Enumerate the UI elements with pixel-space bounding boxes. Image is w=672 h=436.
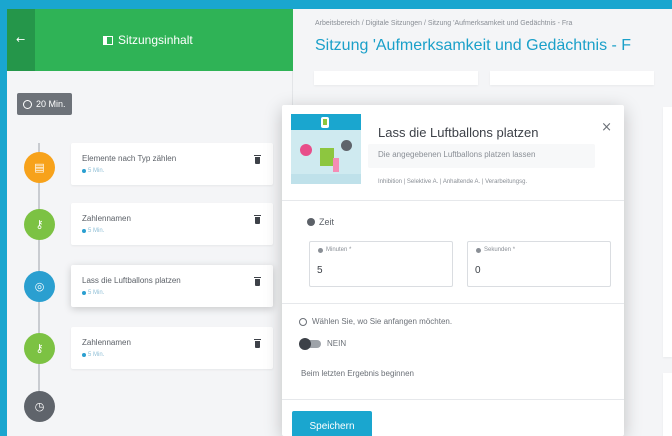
session-item-label: Elemente nach Typ zählen [82,154,177,163]
person-icon [318,247,323,253]
history-icon [299,317,307,326]
save-button[interactable]: Speichern [292,411,372,436]
toggle-label: NEIN [327,339,347,348]
activity-modal: Lass die Luftballons platzen × Die angeg… [282,105,624,436]
trash-icon[interactable] [254,155,261,164]
list-icon [103,35,113,45]
gamepad-icon: ◎ [24,271,55,302]
divider [282,200,624,201]
clock-icon [23,99,32,109]
activity-description: Die angegebenen Luftballons platzen lass… [368,144,595,168]
divider [282,303,624,304]
seconds-label: Sekunden * [476,247,515,253]
start-question: Wählen Sie, wo Sie anfangen möchten. [299,317,452,326]
key-icon: ⚷ [24,333,55,364]
session-item-duration: 5 Min. [82,168,104,174]
total-duration-text: 20 Min. [36,99,66,109]
background-card [314,71,478,85]
calendar-icon: ▤ [24,152,55,183]
minutes-field[interactable]: Minuten * 5 [309,241,453,287]
sidebar-title-text: Sitzungsinhalt [118,33,193,47]
key-icon: ⚷ [24,209,55,240]
sidebar-header: ← Sitzungsinhalt [7,9,293,71]
start-question-text: Wählen Sie, wo Sie anfangen möchten. [312,317,453,326]
trash-icon[interactable] [254,339,261,348]
background-card [490,71,654,85]
trash-icon[interactable] [254,215,261,224]
session-item-duration: 5 Min. [82,352,104,358]
total-duration-badge: 20 Min. [17,93,72,115]
seconds-field[interactable]: Sekunden * 0 [467,241,611,287]
session-item[interactable]: Zahlennamen 5 Min. [71,327,273,369]
clock-icon: ◷ [24,391,55,422]
background-card [663,107,672,357]
time-section-label: Zeit [307,217,334,227]
activity-tags: Inhibition | Selektive A. | Anhaltende A… [378,179,528,185]
app-window: ← Sitzungsinhalt 20 Min. ▤ Elemente nach… [7,9,672,436]
breadcrumb[interactable]: Arbeitsbereich / Digitale Sitzungen / Si… [315,20,572,27]
page-title: Sitzung 'Aufmerksamkeit und Gedächtnis -… [315,37,632,54]
back-button[interactable]: ← [7,9,35,71]
session-item-label: Lass die Luftballons platzen [82,276,181,285]
modal-title: Lass die Luftballons platzen [378,125,539,140]
time-label: Zeit [319,217,335,227]
session-item-label: Zahlennamen [82,214,131,223]
divider [282,399,624,400]
session-item-duration: 5 Min. [82,228,104,234]
person-icon [476,247,481,253]
close-icon[interactable]: × [601,120,612,135]
minutes-label: Minuten * [318,247,351,253]
session-sidebar: ← Sitzungsinhalt 20 Min. ▤ Elemente nach… [7,9,293,436]
session-item[interactable]: Zahlennamen 5 Min. [71,203,273,245]
session-item[interactable]: Elemente nach Typ zählen 5 Min. [71,143,273,185]
start-toggle[interactable] [299,337,321,350]
session-item-label: Zahlennamen [82,338,131,347]
sidebar-title: Sitzungsinhalt [103,33,193,47]
trash-icon[interactable] [254,277,261,286]
start-note: Beim letzten Ergebnis beginnen [301,369,414,378]
minutes-value[interactable]: 5 [317,265,323,276]
background-card [663,373,672,436]
session-item-duration: 5 Min. [82,290,104,296]
arrow-left-icon: ← [16,33,26,46]
seconds-value[interactable]: 0 [475,265,481,276]
session-item-active[interactable]: Lass die Luftballons platzen 5 Min. [71,265,273,307]
start-toggle-row: NEIN [299,337,347,350]
clock-icon [307,218,315,226]
activity-thumbnail [291,114,361,184]
